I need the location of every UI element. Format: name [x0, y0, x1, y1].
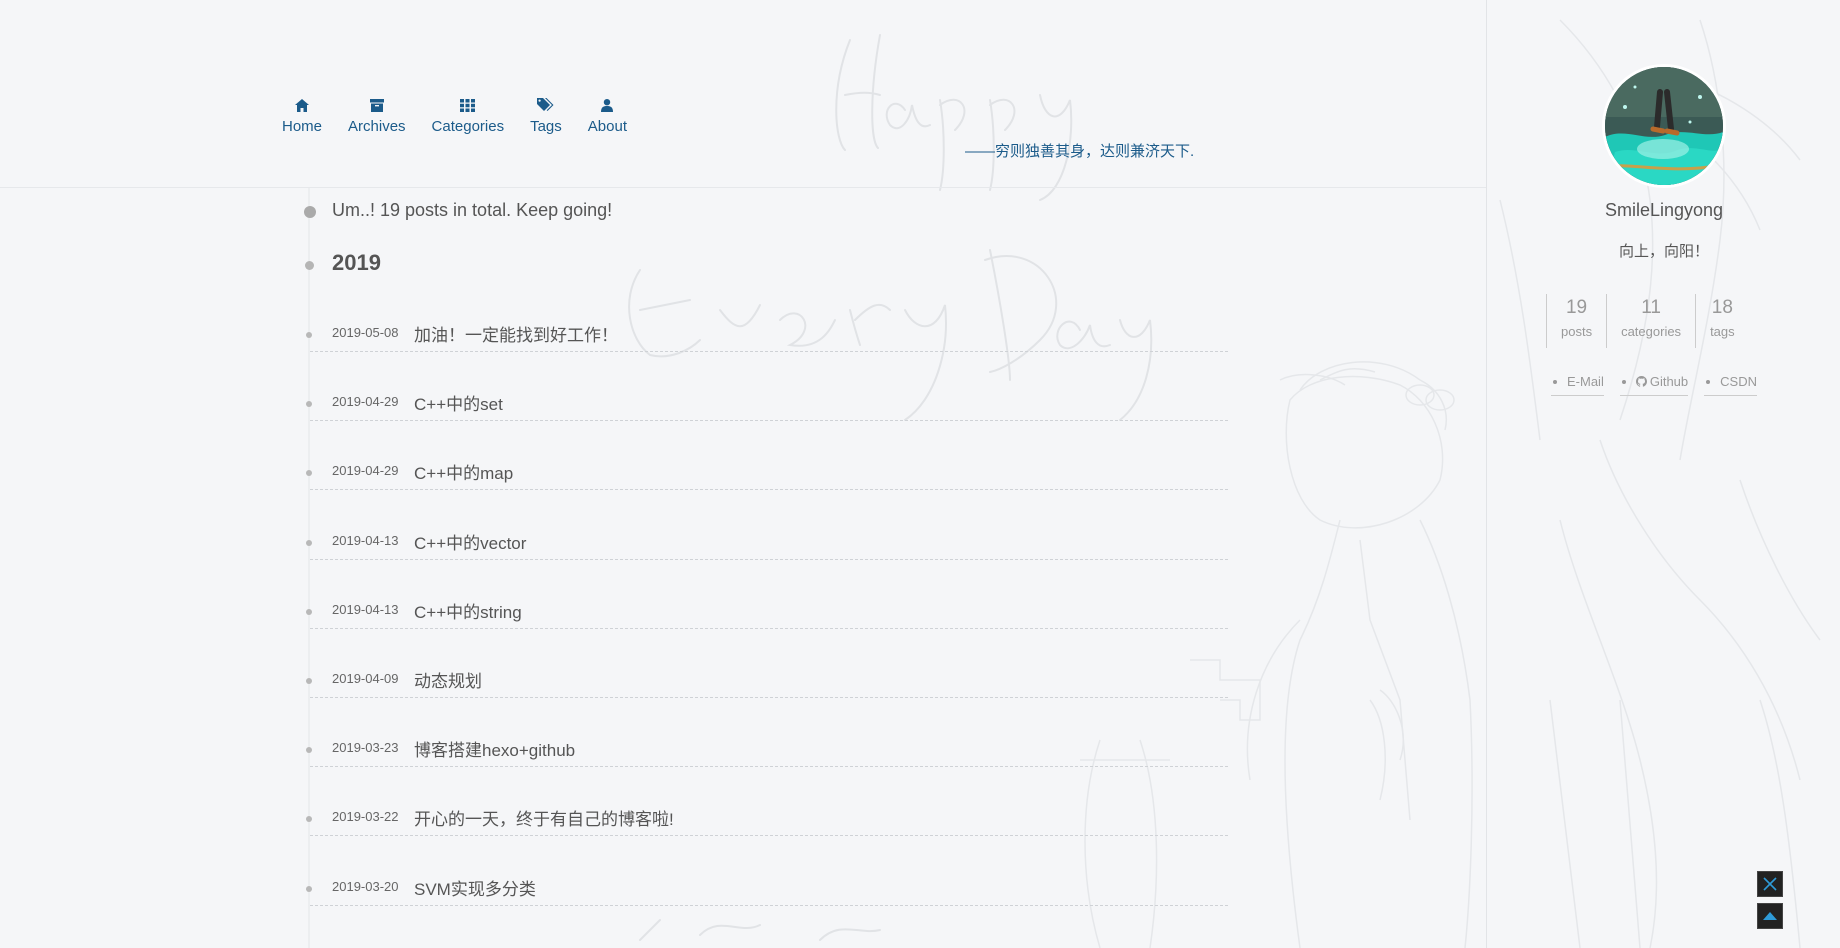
nav-label-archives: Archives	[348, 118, 406, 135]
tags-icon	[537, 96, 555, 114]
timeline-dot	[306, 747, 312, 753]
link-csdn[interactable]: CSDN	[1704, 374, 1757, 396]
archive-year: 2019	[332, 250, 381, 275]
site-stats: 19 posts 11 categories 18 tags	[1546, 294, 1749, 348]
nav-label-home: Home	[282, 118, 323, 135]
close-icon	[1762, 876, 1778, 892]
timeline-dot	[306, 332, 312, 338]
post-date: 2019-04-29	[332, 394, 399, 409]
bullet-icon	[1621, 379, 1626, 384]
stat-count: 11	[1641, 297, 1661, 318]
nav-item-archives[interactable]: Archives	[348, 96, 406, 135]
back-to-top-button[interactable]	[1757, 903, 1783, 929]
link-email[interactable]: E-Mail	[1551, 374, 1604, 396]
close-button[interactable]	[1757, 871, 1783, 897]
timeline-dot	[306, 609, 312, 615]
post-title[interactable]: 动态规划	[414, 667, 482, 692]
post-item[interactable]: 2019-05-08 加油！一定能找到好工作！	[306, 312, 1228, 352]
site-motto: ——穷则独善其身，达则兼济天下.	[965, 143, 1195, 160]
nav-label-tags: Tags	[530, 118, 562, 135]
stat-count: 19	[1565, 297, 1588, 318]
post-title[interactable]: C++中的vector	[414, 529, 526, 554]
post-title[interactable]: C++中的string	[414, 598, 522, 623]
stat-tags[interactable]: 18 tags	[1695, 294, 1749, 348]
timeline-dot	[304, 206, 316, 218]
social-links: E-Mail Github CSDN	[1551, 374, 1773, 396]
grid-icon	[459, 96, 477, 114]
timeline-dot	[306, 886, 312, 892]
main-nav: Home Archives Categories Tags About	[282, 96, 653, 135]
nav-label-about: About	[587, 118, 627, 135]
user-icon	[598, 96, 616, 114]
post-date: 2019-04-13	[332, 533, 399, 548]
timeline-dot	[306, 401, 312, 407]
bullet-icon	[1553, 379, 1557, 384]
link-label: E-Mail	[1567, 374, 1604, 389]
timeline-dot	[306, 540, 312, 546]
post-title[interactable]: 加油！一定能找到好工作！	[414, 321, 618, 346]
stat-count: 18	[1711, 297, 1733, 318]
post-date: 2019-03-20	[332, 879, 399, 894]
archive-icon	[368, 96, 386, 114]
nav-item-about[interactable]: About	[588, 96, 627, 135]
post-title[interactable]: 开心的一天，终于有自己的博客啦!	[414, 805, 674, 830]
post-date: 2019-05-08	[332, 325, 399, 340]
post-item[interactable]: 2019-04-29 C++中的map	[306, 450, 1228, 490]
link-label: CSDN	[1720, 374, 1757, 389]
post-item[interactable]: 2019-03-23 博客搭建hexo+github	[306, 727, 1228, 767]
author-name: SmileLingyong	[1604, 200, 1724, 220]
post-date: 2019-04-09	[332, 671, 399, 686]
timeline-dot	[305, 261, 314, 270]
stat-label: posts	[1561, 324, 1593, 339]
post-title[interactable]: 博客搭建hexo+github	[414, 736, 575, 761]
timeline-dot	[306, 678, 312, 684]
stat-posts[interactable]: 19 posts	[1546, 294, 1606, 348]
post-date: 2019-04-13	[332, 602, 399, 617]
stat-label: tags	[1710, 324, 1735, 339]
post-item[interactable]: 2019-04-13 C++中的string	[306, 589, 1228, 629]
archive-total-text: Um..! 19 posts in total. Keep going!	[332, 200, 613, 220]
arrow-up-icon	[1762, 910, 1778, 922]
post-item[interactable]: 2019-04-09 动态规划	[306, 658, 1228, 698]
home-icon	[293, 96, 311, 114]
nav-item-categories[interactable]: Categories	[431, 96, 505, 135]
post-title[interactable]: C++中的set	[414, 390, 503, 415]
post-date: 2019-03-23	[332, 740, 399, 755]
nav-item-home[interactable]: Home	[282, 96, 322, 135]
author-sidebar: SmileLingyong 向上，向阳！ 19 posts 11 categor…	[1486, 0, 1840, 948]
post-title[interactable]: C++中的map	[414, 459, 513, 484]
github-icon	[1635, 376, 1647, 387]
post-item[interactable]: 2019-03-20 SVM实现多分类	[306, 866, 1228, 906]
post-item[interactable]: 2019-04-13 C++中的vector	[306, 520, 1228, 560]
author-bio: 向上，向阳！	[1618, 243, 1709, 260]
timeline-dot	[306, 470, 312, 476]
stat-categories[interactable]: 11 categories	[1606, 294, 1695, 348]
nav-item-tags[interactable]: Tags	[530, 96, 562, 135]
nav-label-categories: Categories	[431, 118, 505, 135]
post-date: 2019-03-22	[332, 809, 399, 824]
link-github[interactable]: Github	[1619, 374, 1689, 396]
post-item[interactable]: 2019-04-29 C++中的set	[306, 381, 1228, 421]
bullet-icon	[1706, 379, 1711, 384]
timeline-dot	[306, 816, 312, 822]
post-item[interactable]: 2019-03-22 开心的一天，终于有自己的博客啦!	[306, 796, 1228, 836]
site-header: Home Archives Categories Tags About ——穷则…	[0, 0, 1486, 188]
archive-timeline: Um..! 19 posts in total. Keep going! 201…	[304, 188, 1228, 948]
post-date: 2019-04-29	[332, 463, 399, 478]
avatar	[1602, 64, 1726, 188]
link-label: Github	[1649, 374, 1689, 389]
stat-label: categories	[1621, 324, 1682, 339]
post-title[interactable]: SVM实现多分类	[414, 875, 536, 900]
